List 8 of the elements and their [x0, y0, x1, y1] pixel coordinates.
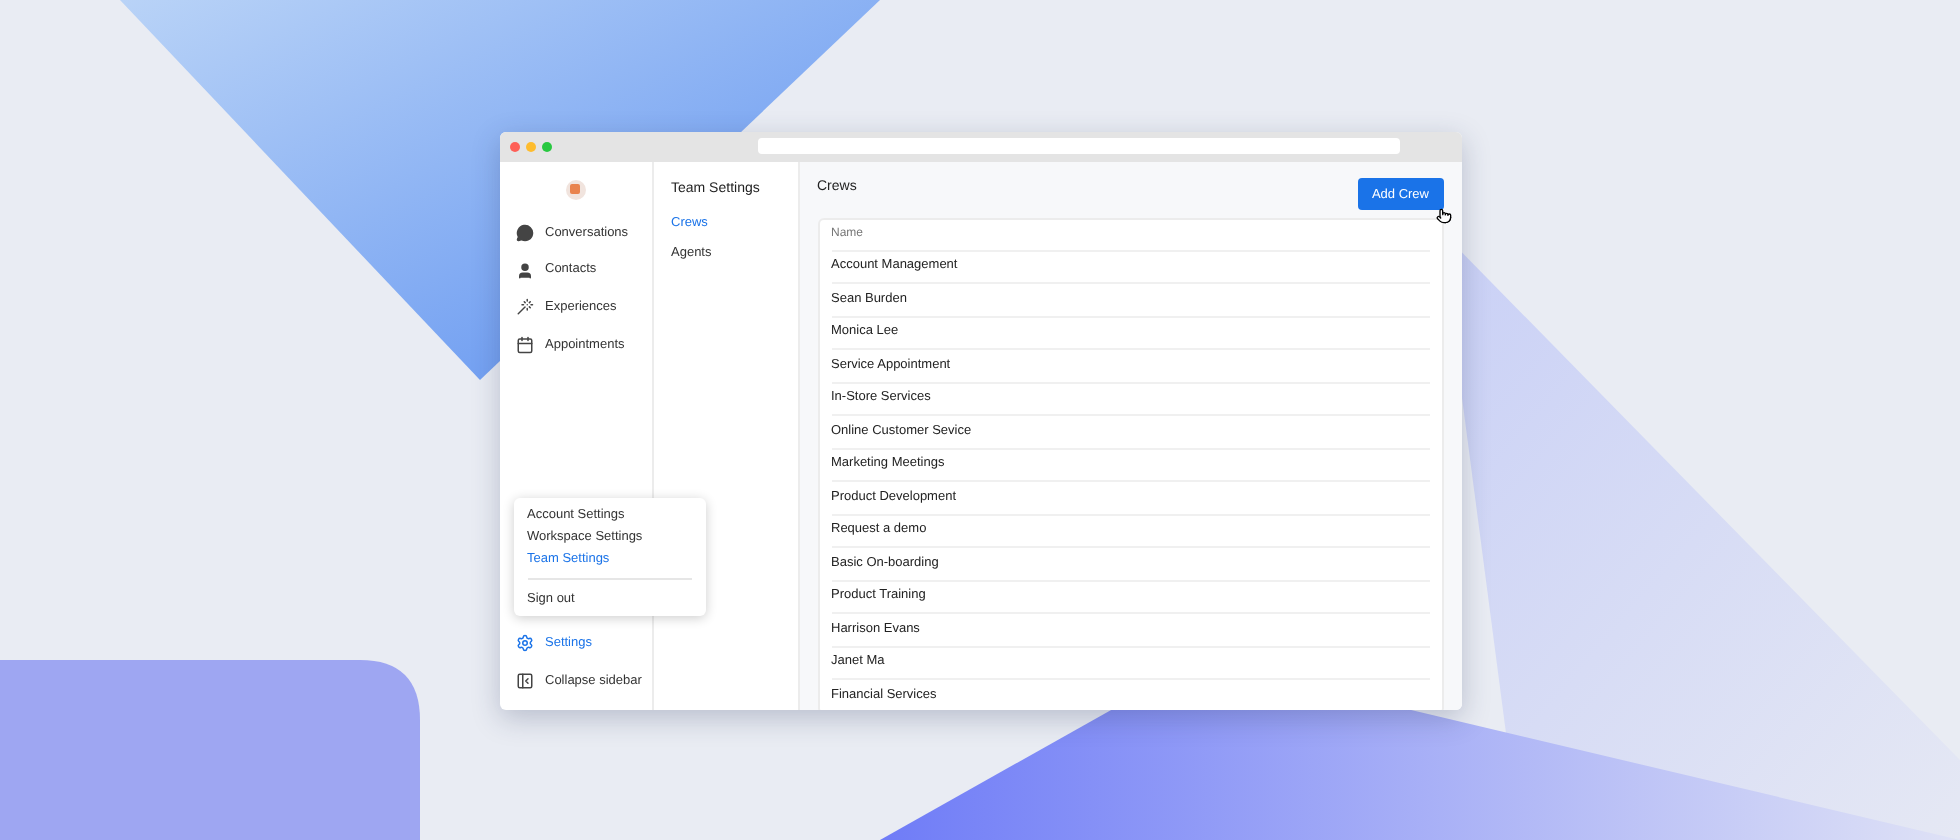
- calendar-icon: [515, 336, 533, 355]
- person-icon: [515, 261, 533, 280]
- settings-icon: [515, 634, 533, 653]
- address-bar[interactable]: [757, 138, 1399, 154]
- collapse-sidebar-icon: [515, 672, 533, 691]
- chat-bubble-icon: [515, 223, 533, 242]
- wand-icon: [515, 298, 533, 317]
- logo-icon: [565, 179, 585, 199]
